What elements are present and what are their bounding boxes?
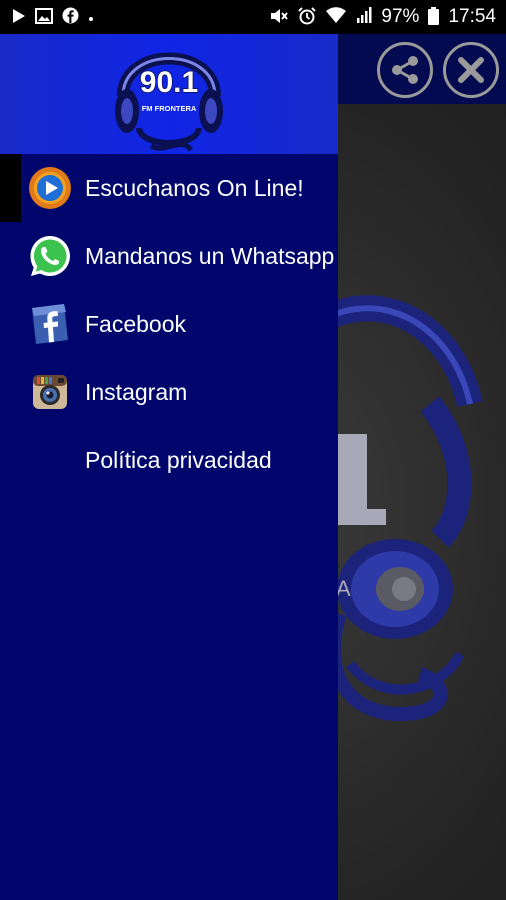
wifi-icon (325, 7, 347, 27)
menu-item-label: Escuchanos On Line! (85, 174, 304, 201)
signal-icon (356, 7, 372, 27)
menu-item-instagram[interactable]: Instagram (0, 358, 338, 426)
status-bar: 97% 17:54 (0, 0, 506, 34)
menu-item-facebook[interactable]: Facebook (0, 290, 338, 358)
drawer-header: 90.1 FM FRONTERA (0, 34, 338, 154)
logo-subtitle: FM FRONTERA (142, 104, 197, 113)
svg-text:A: A (336, 576, 351, 601)
facebook-icon (32, 304, 68, 344)
menu-item-whatsapp[interactable]: Mandanos un Whatsapp (0, 222, 338, 290)
clock: 17:54 (448, 6, 496, 27)
image-icon (35, 7, 53, 27)
menu-item-label: Facebook (85, 310, 187, 337)
drawer-menu: Escuchanos On Line! Mandanos un Whatsapp… (0, 154, 338, 494)
navigation-drawer: 90.1 FM FRONTERA Escuchanos On Line! Man… (0, 34, 338, 900)
station-logo: 90.1 FM FRONTERA (115, 52, 223, 152)
menu-item-label: Instagram (85, 378, 188, 405)
instagram-icon (33, 375, 67, 409)
status-bar-left (12, 7, 94, 27)
play-icon (12, 8, 26, 27)
facebook-icon (62, 7, 79, 27)
battery-icon (428, 6, 440, 28)
play-circle-icon (29, 167, 71, 209)
logo-number: 90.1 (140, 66, 198, 99)
close-button[interactable] (443, 42, 499, 98)
close-icon (458, 57, 484, 83)
alarm-icon (298, 6, 317, 28)
battery-percent: 97% (381, 6, 420, 27)
status-bar-right: 97% 17:54 (269, 6, 496, 28)
menu-item-escuchanos[interactable]: Escuchanos On Line! (0, 154, 338, 222)
menu-item-politica-privacidad[interactable]: Política privacidad (0, 426, 338, 494)
menu-item-label: Política privacidad (85, 446, 272, 473)
share-button[interactable] (377, 42, 433, 98)
menu-item-label: Mandanos un Whatsapp (85, 242, 335, 269)
mute-icon (269, 7, 289, 28)
whatsapp-icon (30, 236, 70, 276)
share-icon (392, 56, 418, 84)
dot-icon (88, 10, 94, 25)
